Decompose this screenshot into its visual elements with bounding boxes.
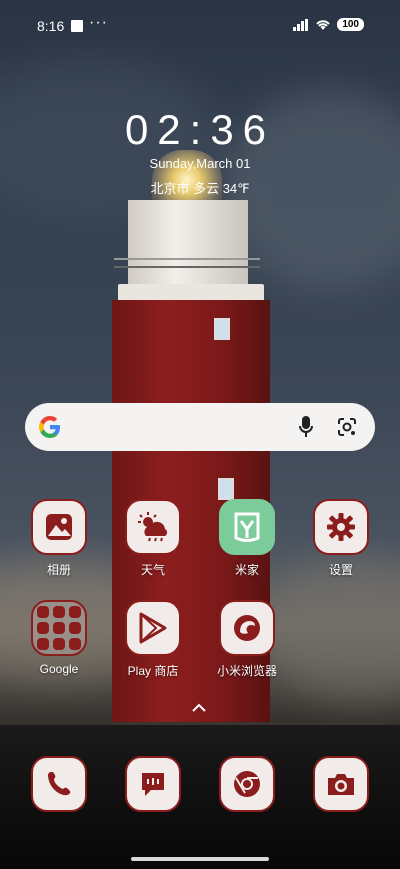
status-right: 100 — [293, 18, 364, 31]
app-label: 相册 — [46, 563, 71, 577]
notification-square-icon — [71, 20, 83, 32]
app-gallery[interactable]: 相册 — [14, 499, 104, 578]
gesture-nav-bar[interactable] — [131, 857, 269, 861]
clock-time[interactable]: 02:36 — [0, 106, 400, 154]
app-mi-browser[interactable]: 小米浏览器 — [202, 600, 292, 679]
app-settings[interactable]: 设置 — [296, 499, 386, 578]
app-label: Play 商店 — [127, 664, 179, 678]
app-label: 天气 — [140, 563, 165, 577]
more-notifications-icon: ··· — [89, 14, 108, 31]
app-folder-google[interactable]: Google — [14, 600, 104, 676]
app-label: Google — [39, 662, 79, 676]
google-search-bar[interactable] — [25, 403, 375, 451]
dock-camera[interactable] — [296, 756, 386, 812]
app-play-store[interactable]: Play 商店 — [108, 600, 198, 679]
phone-icon — [31, 756, 87, 812]
browser-icon — [219, 600, 275, 656]
gallery-icon — [31, 499, 87, 555]
play-store-icon — [125, 600, 181, 656]
google-g-icon — [39, 416, 60, 438]
clock-date: Sunday,March 01 — [149, 156, 251, 171]
status-bar: 8:16 ··· 100 — [0, 0, 400, 52]
battery-indicator: 100 — [337, 18, 364, 31]
dock-messages[interactable] — [108, 756, 198, 812]
mijia-icon — [219, 499, 275, 555]
messages-icon — [125, 756, 181, 812]
status-time: 8:16 — [37, 18, 65, 34]
weather-icon — [125, 499, 181, 555]
gear-icon — [313, 499, 369, 555]
app-label: 设置 — [328, 563, 353, 577]
signal-icon — [293, 18, 309, 31]
wifi-icon — [316, 19, 331, 30]
chrome-icon — [219, 756, 275, 812]
lens-icon[interactable] — [336, 416, 358, 438]
microphone-icon[interactable] — [299, 416, 313, 438]
app-mijia[interactable]: 米家 — [202, 499, 292, 578]
dock-phone[interactable] — [14, 756, 104, 812]
weather-summary[interactable]: 北京市 多云 34℉ — [0, 178, 400, 197]
chevron-up-icon[interactable] — [191, 700, 207, 716]
camera-icon — [313, 756, 369, 812]
app-weather[interactable]: 天气 — [108, 499, 198, 578]
app-label: 米家 — [234, 563, 259, 577]
dock-chrome[interactable] — [202, 756, 292, 812]
google-folder-icon — [31, 600, 87, 656]
app-label: 小米浏览器 — [216, 664, 277, 678]
